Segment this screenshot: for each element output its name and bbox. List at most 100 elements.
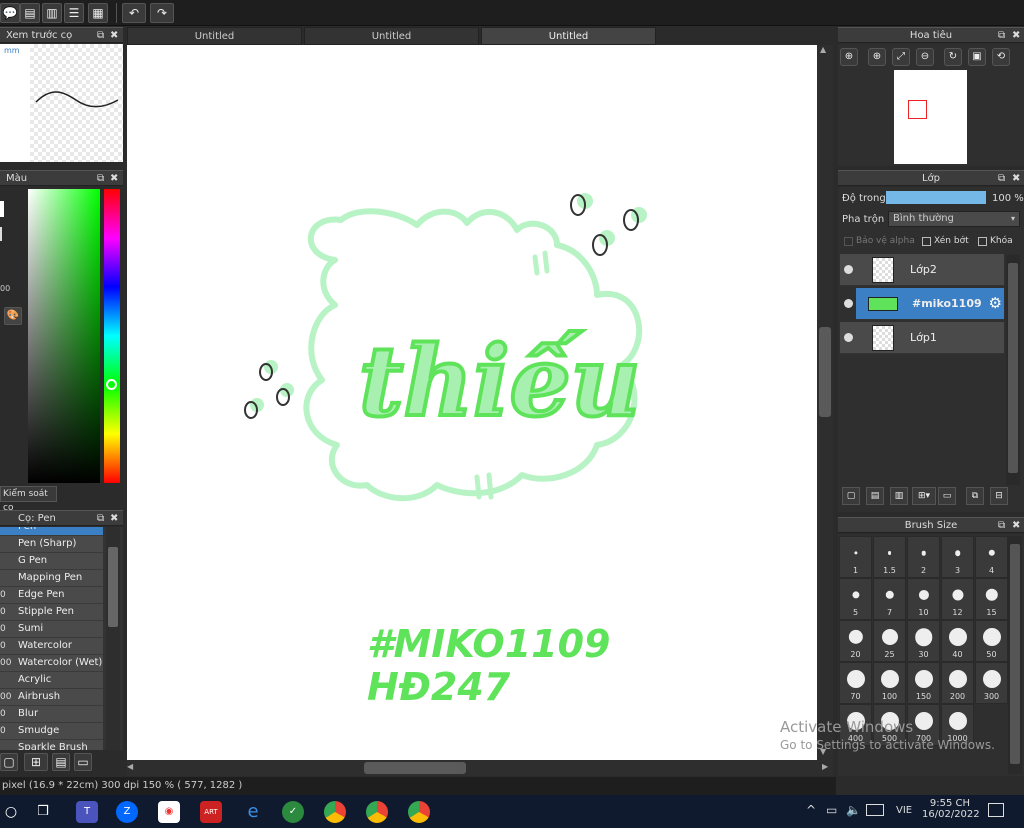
close-icon[interactable]: ✖ [110,28,118,43]
brush-size-cell[interactable]: 10 [907,578,940,620]
add-brush-icon[interactable]: ⊞ [24,753,48,771]
teams-icon[interactable]: T [76,801,98,823]
tab-untitled-3[interactable]: Untitled [481,27,656,45]
brush-item[interactable]: Pen (Sharp) [0,536,103,553]
list-icon[interactable]: ☰ [64,3,84,23]
brush-size-cell[interactable]: 15 [975,578,1008,620]
brush-size-cell[interactable]: 150 [907,662,940,704]
brush-size-cell[interactable]: 100 [873,662,906,704]
tab-untitled-2[interactable]: Untitled [304,27,479,45]
zoom-fit-icon[interactable]: ⊕ [840,48,858,66]
brush-size-cell[interactable]: 4 [975,536,1008,578]
speech-icon[interactable]: 💬 [0,3,20,23]
search-icon[interactable]: ○ [0,801,22,823]
brush-size-cell[interactable]: 300 [975,662,1008,704]
brush-size-cell[interactable]: 12 [941,578,974,620]
new-layer-icon[interactable]: ▢ [842,487,860,505]
brush-size-cell[interactable]: 25 [873,620,906,662]
zoom-in-icon[interactable]: ⊕ [868,48,886,66]
brush-item[interactable]: Sparkle Brush [0,740,103,750]
opacity-slider[interactable] [886,191,986,204]
brush-item[interactable]: 0 Sumi [0,621,103,638]
new-brush-icon[interactable]: ▢ [0,753,18,771]
blend-mode-select[interactable]: Bình thường ▾ [888,211,1020,227]
navigator-thumbnail[interactable] [894,70,967,164]
visibility-icon[interactable] [844,265,853,274]
paint-app-icon[interactable]: ◉ [158,801,180,823]
grid-edit-icon[interactable]: ▦ [88,3,108,23]
brush-size-cell[interactable]: 30 [907,620,940,662]
visibility-icon[interactable] [844,299,853,308]
brush-size-cell[interactable]: 2 [907,536,940,578]
gear-icon[interactable]: ⚙ [989,294,1002,312]
chrome-profile-icon[interactable] [366,801,388,823]
protect-alpha-checkbox[interactable] [844,237,853,246]
brush-size-cell[interactable]: 20 [839,620,872,662]
canvas-horizontal-scrollbar[interactable]: ◀ ▶ [127,760,833,776]
palette-icon[interactable]: 🎨 [4,307,22,325]
brush-size-cell[interactable]: 50 [975,620,1008,662]
popout-icon[interactable]: ⧉ [998,28,1005,43]
tab-untitled-1[interactable]: Untitled [127,27,302,45]
edge-icon[interactable]: e [242,801,264,823]
lock-checkbox[interactable] [978,237,987,246]
medibang-icon[interactable]: ART [200,801,222,823]
new-raster-layer-icon[interactable]: ▤ [866,487,884,505]
rotate-icon[interactable]: ↻ [944,48,962,66]
brush-item[interactable]: 00 Airbrush [0,689,103,706]
language-indicator[interactable]: VIE [896,805,912,816]
brush-item[interactable]: 0 Stipple Pen [0,604,103,621]
brush-list-scrollbar[interactable] [106,527,120,750]
brush-item[interactable]: 0 Watercolor [0,638,103,655]
brush-item[interactable]: 0 Smudge [0,723,103,740]
add-layer-menu-icon[interactable]: ⊞▾ [912,487,936,505]
layer-row[interactable]: Lớp2 [840,254,1004,286]
undo-button[interactable]: ↶ [122,3,146,23]
merge-layer-icon[interactable]: ⊟ [990,487,1008,505]
clock[interactable]: 9:55 CH 16/02/2022 [922,798,980,820]
brush-size-cell[interactable]: 5 [839,578,872,620]
notification-icon[interactable] [988,803,1004,817]
fullscreen-icon[interactable]: ▣ [968,48,986,66]
brush-control-tab[interactable]: Kiểm soát cọ [0,486,57,513]
hue-slider[interactable] [104,189,120,483]
reset-icon[interactable]: ⟲ [992,48,1010,66]
brush-size-cell[interactable]: 200 [941,662,974,704]
brush-item[interactable]: 0 Edge Pen [0,587,103,604]
volume-icon[interactable]: 🔈 [846,803,861,817]
brush-size-cell[interactable]: 70 [839,662,872,704]
layer-scrollbar[interactable] [1006,255,1020,485]
brush-item[interactable]: 0 Blur [0,706,103,723]
brush-size-cell[interactable]: 7 [873,578,906,620]
brush-item[interactable]: G Pen [0,553,103,570]
popout-icon[interactable]: ⧉ [97,511,104,526]
duplicate-layer-icon[interactable]: ⧉ [966,487,984,505]
close-icon[interactable]: ✖ [1012,171,1020,186]
brush-item[interactable]: 00 Watercolor (Wet) [0,655,103,672]
folder-icon[interactable]: ▭ [74,753,92,771]
brush-size-cell[interactable]: 3 [941,536,974,578]
brush-size-cell[interactable]: 40 [941,620,974,662]
folder-icon[interactable]: ▭ [938,487,956,505]
clip-checkbox[interactable] [922,237,931,246]
new-halftone-layer-icon[interactable]: ▥ [890,487,908,505]
drawing-canvas[interactable]: thiếu #MIKO1109 HĐ247 [127,45,817,760]
layer-row[interactable]: #miko1109 ⚙ [844,288,1004,320]
brush-size-cell[interactable]: 1.5 [873,536,906,578]
color-sv-square[interactable] [28,189,100,483]
comment-icon[interactable]: ▤ [20,3,40,23]
network-icon[interactable]: ▭ [826,803,837,817]
chrome-profile-2-icon[interactable] [408,801,430,823]
fit-window-icon[interactable]: ⤢ [892,48,910,66]
layer-row[interactable]: Lớp1 [840,322,1004,354]
chevron-up-icon[interactable]: ^ [806,803,816,817]
document-icon[interactable]: ▥ [42,3,62,23]
chrome-icon[interactable] [324,801,346,823]
close-icon[interactable]: ✖ [1012,518,1020,533]
visibility-icon[interactable] [844,333,853,342]
brush-size-cell[interactable]: 1 [839,536,872,578]
popout-icon[interactable]: ⧉ [97,28,104,43]
close-icon[interactable]: ✖ [110,511,118,526]
redo-button[interactable]: ↷ [150,3,174,23]
task-view-icon[interactable]: ❒ [32,801,54,823]
